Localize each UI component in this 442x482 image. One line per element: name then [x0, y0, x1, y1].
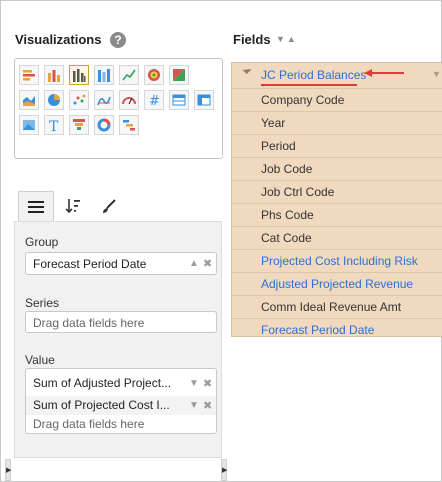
table-icon[interactable] — [169, 90, 189, 110]
series-dropzone[interactable]: Drag data fields here — [25, 311, 217, 333]
group-label: Group — [25, 235, 59, 249]
group-field: Forecast Period Date — [33, 257, 147, 271]
scroll-down-icon[interactable]: ▼ — [432, 69, 441, 79]
value-label: Value — [25, 353, 55, 367]
annotation-arrow-icon — [364, 69, 404, 77]
field-item[interactable]: Comm Ideal Revenue Amt — [232, 295, 442, 318]
visualization-gallery: # T — [14, 58, 223, 159]
visualizations-title: Visualizations — [15, 32, 102, 47]
tab-format[interactable] — [92, 191, 126, 221]
bar-icon[interactable] — [44, 65, 64, 85]
svg-text:#: # — [149, 94, 160, 107]
remove-icon[interactable]: ✖ — [203, 377, 212, 390]
gauge-icon[interactable] — [144, 65, 164, 85]
tab-sort[interactable] — [56, 191, 90, 221]
pivot-table-icon[interactable] — [194, 90, 214, 110]
fields-title: Fields — [233, 32, 271, 47]
map-icon[interactable] — [169, 65, 189, 85]
number-icon[interactable]: # — [144, 90, 164, 110]
field-item[interactable]: Company Code — [232, 88, 442, 111]
move-down-icon[interactable]: ▼ — [189, 378, 199, 389]
horizontal-bar-icon[interactable] — [19, 65, 39, 85]
field-item[interactable]: Year — [232, 111, 442, 134]
series-placeholder: Drag data fields here — [33, 316, 145, 330]
pie-icon[interactable] — [44, 90, 64, 110]
field-item[interactable]: Adjusted Projected Revenue — [232, 272, 442, 295]
value-dropzone[interactable]: Sum of Adjusted Project... ▼ ✖ Sum of Pr… — [25, 368, 217, 434]
field-item[interactable]: Cat Code — [232, 226, 442, 249]
field-group-name[interactable]: JC Period Balances — [261, 68, 366, 82]
stacked-bar-icon[interactable] — [69, 65, 89, 85]
tab-data-layout[interactable] — [18, 191, 54, 222]
properties-tabs — [14, 191, 222, 222]
field-item[interactable]: Job Ctrl Code — [232, 180, 442, 203]
area-icon[interactable] — [19, 90, 39, 110]
move-down-icon[interactable]: ▼ — [189, 400, 199, 411]
line-icon[interactable] — [119, 65, 139, 85]
help-icon[interactable]: ? — [110, 32, 126, 48]
scatter-icon[interactable] — [69, 90, 89, 110]
donut-icon[interactable] — [94, 115, 114, 135]
list-icon — [28, 201, 44, 213]
move-up-icon[interactable]: ▲ — [189, 258, 199, 269]
data-layout-panel: Group Forecast Period Date ▲ ✖ Series Dr… — [14, 221, 222, 458]
value-placeholder: Drag data fields here — [33, 417, 145, 431]
value-field[interactable]: Sum of Adjusted Project... — [33, 376, 171, 390]
series-label: Series — [25, 296, 60, 310]
annotation-underline — [261, 84, 357, 86]
field-item[interactable]: Phs Code — [232, 203, 442, 226]
field-item[interactable]: Job Code — [232, 157, 442, 180]
field-item[interactable]: Projected Cost Including Risk — [232, 249, 442, 272]
sparkline-icon[interactable] — [94, 90, 114, 110]
brush-icon — [103, 199, 116, 213]
value-field[interactable]: Sum of Projected Cost I... — [33, 398, 170, 412]
splitter-handle[interactable]: ▶ — [5, 459, 11, 481]
gantt-icon[interactable] — [119, 115, 139, 135]
sort-icon — [65, 199, 80, 214]
field-item[interactable]: Period — [232, 134, 442, 157]
clustered-bar-icon[interactable] — [94, 65, 114, 85]
fields-panel: JC Period Balances ▼ Company Code Year P… — [231, 62, 442, 337]
splitter-handle[interactable]: ▶ — [221, 459, 227, 481]
remove-icon[interactable]: ✖ — [203, 257, 212, 270]
gauge-meter-icon[interactable] — [119, 90, 139, 110]
collapse-icon[interactable] — [242, 64, 252, 75]
text-icon[interactable]: T — [44, 115, 64, 135]
remove-icon[interactable]: ✖ — [203, 399, 212, 412]
funnel-icon[interactable] — [69, 115, 89, 135]
sort-toggle-icon[interactable]: ▼▲ — [276, 34, 298, 44]
group-dropzone[interactable]: Forecast Period Date ▲ ✖ — [25, 252, 217, 275]
image-icon[interactable] — [19, 115, 39, 135]
svg-text:T: T — [49, 119, 59, 132]
field-item[interactable]: Forecast Period Date — [232, 318, 442, 338]
